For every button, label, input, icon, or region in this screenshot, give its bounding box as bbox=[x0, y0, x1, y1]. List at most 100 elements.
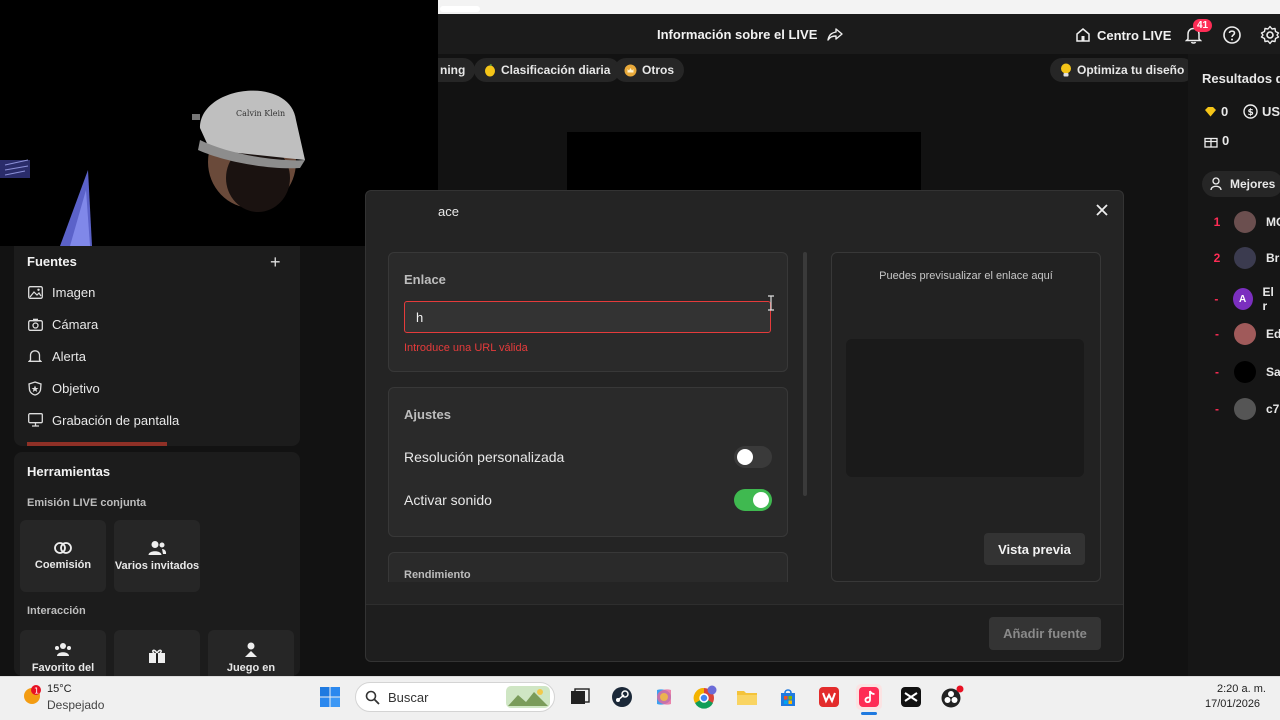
coemision-tile[interactable]: Coemisión bbox=[20, 520, 106, 592]
source-item-grabacion[interactable]: Grabación de pantalla bbox=[27, 412, 179, 428]
tools-title: Herramientas bbox=[27, 464, 111, 479]
varios-invitados-label: Varios invitados bbox=[114, 560, 200, 572]
top-viewers-tab[interactable]: Mejores bbox=[1202, 171, 1280, 197]
chip-otros-label: Otros bbox=[642, 63, 675, 77]
dollar-circle-icon: $ bbox=[1243, 104, 1258, 119]
people-group-icon bbox=[53, 642, 73, 658]
chip-otros[interactable]: Otros bbox=[614, 58, 685, 82]
ranking-name: El r bbox=[1262, 285, 1274, 313]
ranking-name: Ed bbox=[1266, 327, 1280, 341]
lemon-icon bbox=[484, 63, 496, 77]
live-info-link[interactable]: Información sobre el LIVE bbox=[657, 27, 844, 42]
file-explorer-icon[interactable] bbox=[734, 684, 760, 710]
windows-start-icon[interactable] bbox=[317, 684, 343, 710]
copilot-icon[interactable] bbox=[651, 684, 677, 710]
preview-button[interactable]: Vista previa bbox=[984, 533, 1085, 565]
ranking-row[interactable]: - c7 bbox=[1210, 398, 1279, 420]
steam-icon[interactable] bbox=[609, 684, 635, 710]
performance-heading: Rendimiento bbox=[404, 569, 471, 581]
source-item-imagen[interactable]: Imagen bbox=[27, 284, 95, 300]
task-view-icon[interactable] bbox=[567, 684, 593, 710]
search-highlight-image bbox=[506, 686, 550, 708]
goal-shield-icon bbox=[27, 380, 43, 396]
tab-pill[interactable] bbox=[440, 6, 480, 12]
weather-description[interactable]: Despejado bbox=[47, 698, 104, 712]
search-placeholder: Buscar bbox=[388, 689, 429, 705]
source-item-label: Alerta bbox=[52, 348, 86, 364]
weather-temperature[interactable]: 15°C bbox=[47, 683, 72, 695]
link-rings-icon bbox=[53, 541, 73, 555]
ranking-number: - bbox=[1215, 402, 1219, 416]
tiktok-live-studio-icon[interactable] bbox=[856, 684, 882, 710]
clock-date[interactable]: 17/01/2026 bbox=[1205, 698, 1260, 710]
camera-icon bbox=[27, 316, 43, 332]
interaccion-heading: Interacción bbox=[27, 605, 86, 617]
add-source-button[interactable]: Añadir fuente bbox=[989, 617, 1101, 650]
sources-title: Fuentes bbox=[27, 254, 77, 269]
source-item-label: Grabación de pantalla bbox=[52, 412, 180, 428]
custom-resolution-toggle[interactable] bbox=[734, 446, 772, 468]
obs-icon[interactable] bbox=[939, 684, 965, 710]
avatar bbox=[1234, 211, 1256, 233]
tools-panel: Herramientas Emisión LIVE conjunta Coemi… bbox=[14, 452, 300, 676]
varios-invitados-tile[interactable]: Varios invitados bbox=[114, 520, 200, 592]
source-item-objetivo[interactable]: Objetivo bbox=[27, 380, 100, 396]
gift-box-icon bbox=[148, 648, 166, 664]
clock-time[interactable]: 2:20 a. m. bbox=[1217, 683, 1266, 695]
taskbar-search[interactable]: Buscar bbox=[355, 682, 555, 712]
settings-heading: Ajustes bbox=[404, 407, 451, 422]
monitor-icon bbox=[27, 412, 43, 428]
enable-sound-label: Activar sonido bbox=[404, 492, 492, 508]
centro-live-label: Centro LIVE bbox=[1097, 27, 1172, 43]
ranking-row[interactable]: - Sa bbox=[1210, 361, 1280, 383]
enable-sound-toggle[interactable] bbox=[734, 489, 772, 511]
live-info-label: Información sobre el LIVE bbox=[657, 27, 818, 42]
capcut-icon[interactable] bbox=[898, 684, 924, 710]
preview-hint: Puedes previsualizar el enlace aquí bbox=[879, 270, 1053, 282]
people-icon bbox=[147, 540, 167, 556]
coemision-label: Coemisión bbox=[34, 559, 92, 571]
ranking-row[interactable]: 2 Bri bbox=[1210, 247, 1280, 269]
weather-sun-icon[interactable]: 1 bbox=[22, 685, 42, 705]
source-item-label: Objetivo bbox=[52, 380, 100, 396]
chip-daily-label: Clasificación diaria bbox=[501, 63, 611, 77]
close-icon[interactable] bbox=[1095, 203, 1109, 217]
results-title: Resultados de bbox=[1202, 71, 1280, 86]
store-icon[interactable] bbox=[775, 684, 801, 710]
avatar: A bbox=[1232, 288, 1253, 310]
dialog-scrollbar[interactable] bbox=[803, 252, 807, 496]
source-item-alerta[interactable]: Alerta bbox=[27, 348, 86, 364]
windows-taskbar bbox=[0, 676, 1280, 720]
chrome-icon[interactable] bbox=[692, 684, 718, 710]
ranking-row[interactable]: - A El r bbox=[1210, 285, 1280, 313]
favorito-tile[interactable]: Favorito del bbox=[20, 630, 106, 676]
juego-label: Juego en bbox=[226, 662, 276, 674]
url-input[interactable] bbox=[404, 301, 771, 333]
source-item-camara[interactable]: Cámara bbox=[27, 316, 98, 332]
diamonds-value: 0 bbox=[1221, 104, 1229, 119]
help-icon[interactable] bbox=[1222, 25, 1242, 45]
ranking-name: c7 bbox=[1266, 402, 1280, 416]
add-source-plus-icon[interactable]: + bbox=[270, 252, 281, 273]
top-viewers-label: Mejores bbox=[1230, 177, 1276, 191]
ranking-number: 1 bbox=[1213, 215, 1221, 229]
juego-tile[interactable]: Juego en bbox=[208, 630, 294, 676]
diamonds-stat: 0 bbox=[1204, 104, 1228, 119]
chip-daily-ranking[interactable]: Clasificación diaria bbox=[474, 58, 621, 82]
diamond-icon bbox=[1204, 106, 1217, 117]
optimize-design-button[interactable]: Optimiza tu diseño bbox=[1050, 58, 1195, 82]
search-icon bbox=[365, 690, 380, 705]
image-icon bbox=[27, 284, 43, 300]
preview-screen bbox=[846, 339, 1084, 477]
ranking-name: MO bbox=[1266, 215, 1280, 229]
bell-icon bbox=[27, 348, 43, 364]
share-icon bbox=[827, 27, 844, 42]
ranking-row[interactable]: 1 MO bbox=[1210, 211, 1280, 233]
custom-resolution-label: Resolución personalizada bbox=[404, 449, 565, 465]
url-error-message: Introduce una URL válida bbox=[404, 342, 528, 354]
gift-box-tile[interactable] bbox=[114, 630, 200, 676]
settings-gear-icon[interactable] bbox=[1260, 25, 1280, 45]
centro-live-button[interactable]: Centro LIVE bbox=[1075, 27, 1171, 43]
ranking-row[interactable]: - Ed bbox=[1210, 323, 1280, 345]
wps-office-icon[interactable] bbox=[816, 684, 842, 710]
